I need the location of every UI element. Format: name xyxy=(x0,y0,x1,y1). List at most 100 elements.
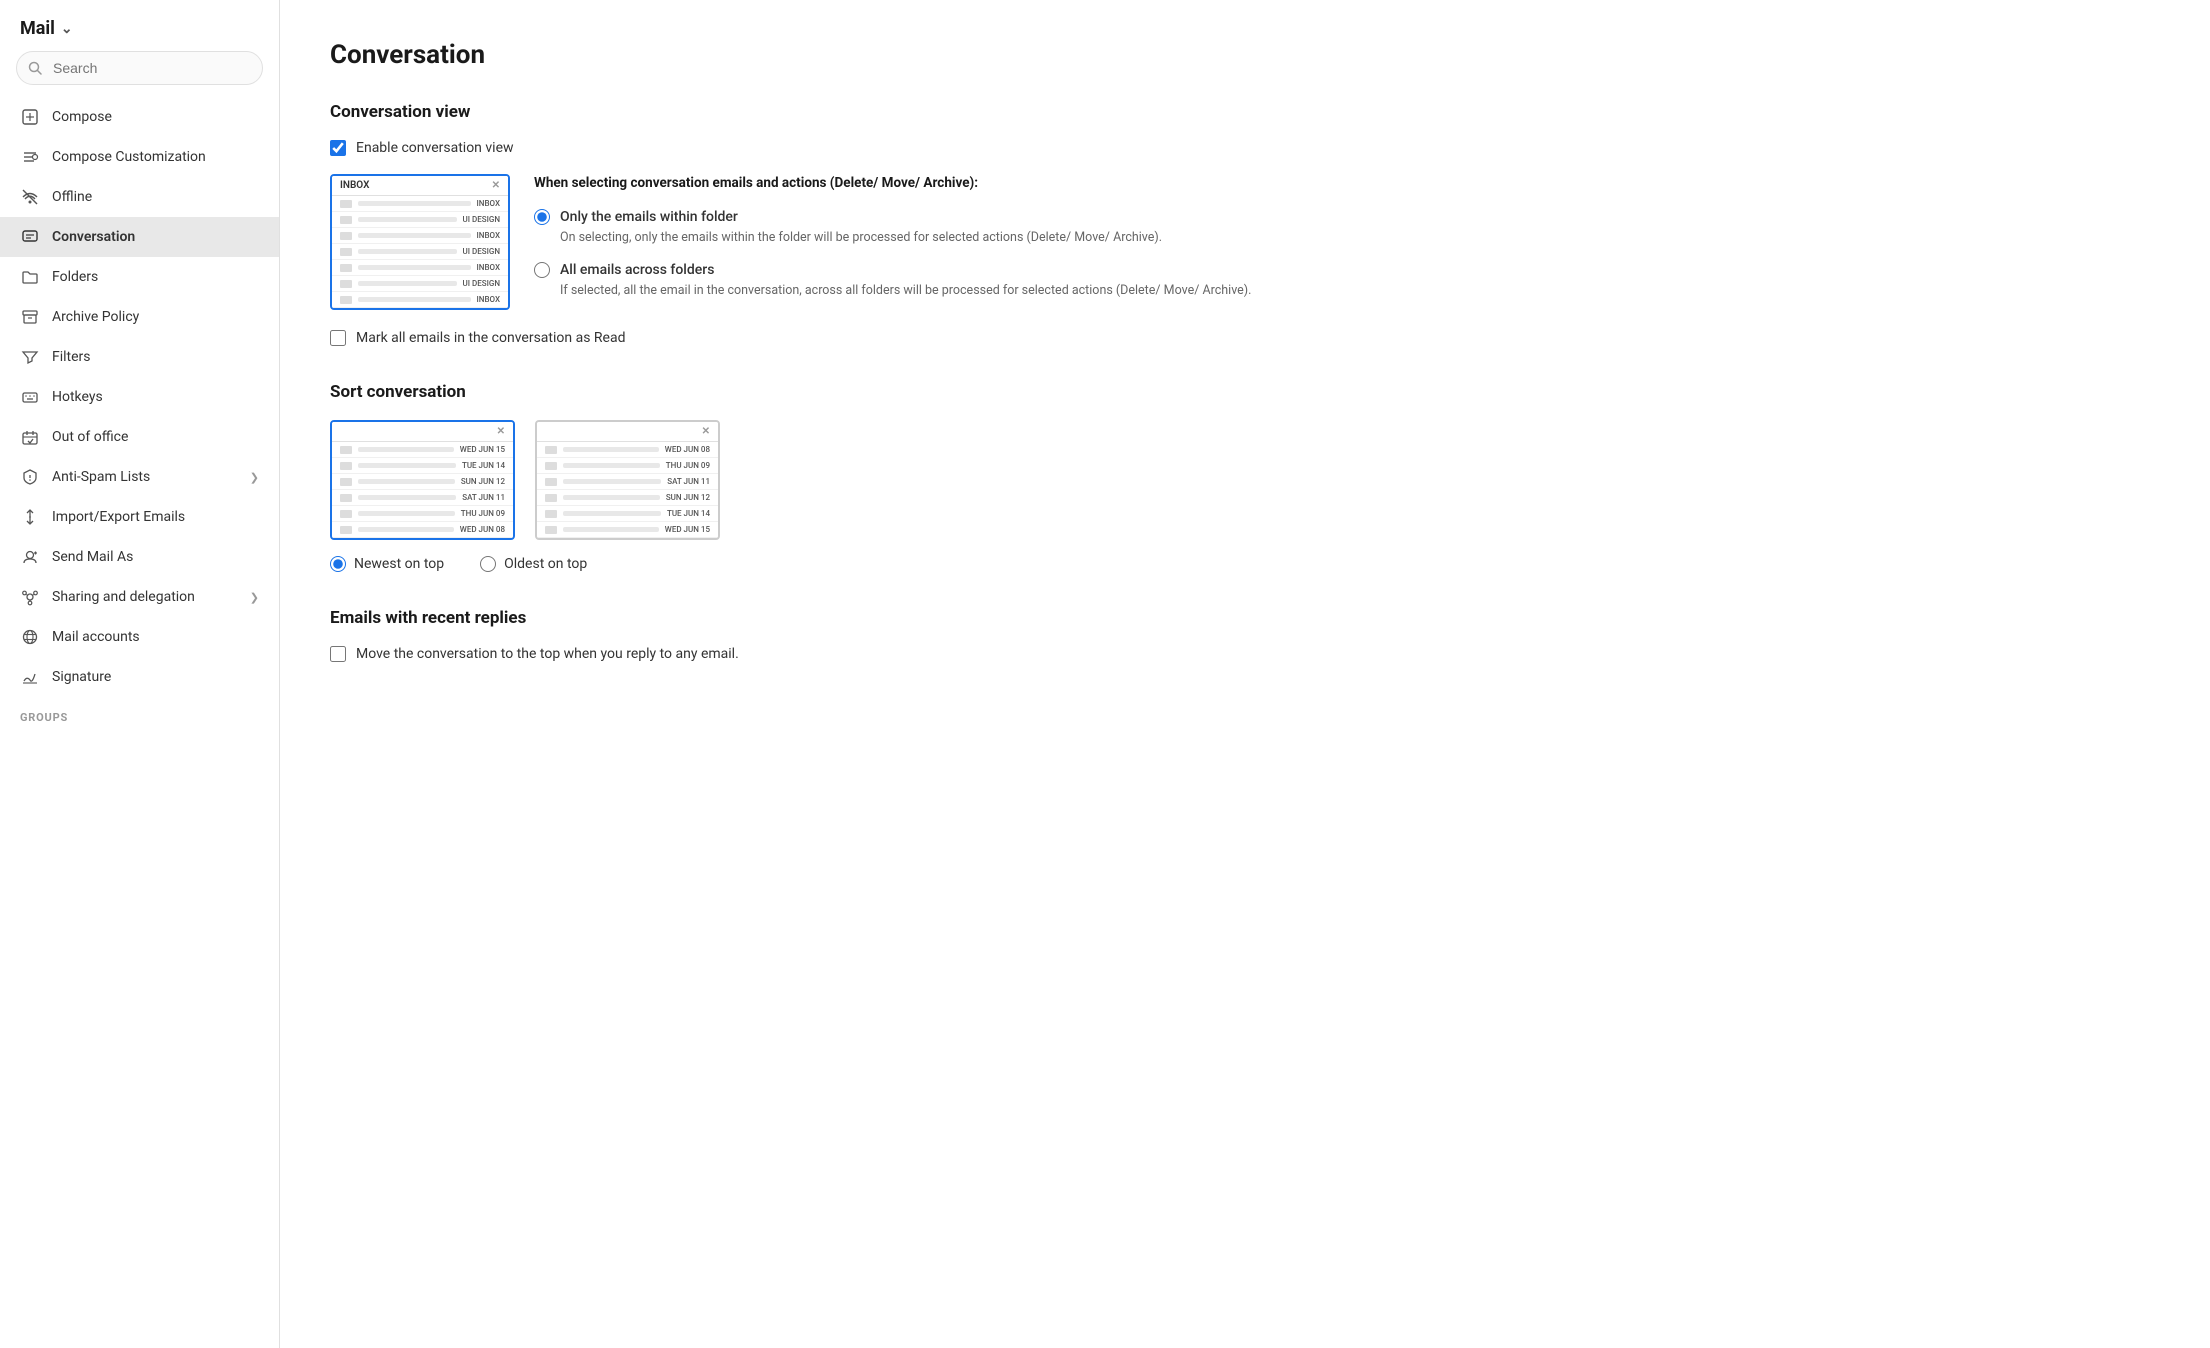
sidebar-item-sharing[interactable]: Sharing and delegation ❯ xyxy=(0,577,279,617)
sort-o-line-5 xyxy=(563,511,661,516)
sort-n-date-5: THU JUN 09 xyxy=(461,509,505,518)
sort-conversation-title: Sort conversation xyxy=(330,382,2160,402)
radio-all-folders: All emails across folders If selected, a… xyxy=(534,262,2160,301)
conversation-icon xyxy=(20,227,40,247)
sidebar-item-signature-label: Signature xyxy=(52,669,259,685)
enable-conversation-row: Enable conversation view xyxy=(330,140,2160,156)
oldest-on-top-option[interactable]: Oldest on top xyxy=(480,556,587,572)
preview-close: ✕ xyxy=(492,180,500,191)
app-title[interactable]: Mail ⌄ xyxy=(0,0,279,51)
move-conversation-label[interactable]: Move the conversation to the top when yo… xyxy=(356,646,739,662)
preview-line-4 xyxy=(358,249,457,254)
folders-icon xyxy=(20,267,40,287)
offline-icon xyxy=(20,187,40,207)
search-input[interactable] xyxy=(16,51,263,85)
filters-icon xyxy=(20,347,40,367)
sidebar-item-signature[interactable]: Signature xyxy=(0,657,279,697)
sort-n-date-2: TUE JUN 14 xyxy=(462,461,505,470)
sidebar-item-filters-label: Filters xyxy=(52,349,259,365)
recent-replies-section: Emails with recent replies Move the conv… xyxy=(330,608,2160,662)
sidebar-item-compose[interactable]: Compose xyxy=(0,97,279,137)
preview-row-3: INBOX xyxy=(332,228,508,244)
sort-n-row-5: THU JUN 09 xyxy=(332,506,513,522)
sort-o-date-5: TUE JUN 14 xyxy=(667,509,710,518)
sort-o-icon-1 xyxy=(545,446,557,454)
sort-n-icon-4 xyxy=(340,494,352,502)
sort-o-date-1: WED JUN 08 xyxy=(665,445,710,454)
sort-oldest-close: ✕ xyxy=(702,426,710,437)
compose-icon xyxy=(20,107,40,127)
conversation-preview-area: INBOX ✕ INBOX UI DESIGN INBOX xyxy=(330,174,2160,314)
sort-n-line-5 xyxy=(358,511,455,516)
sidebar-item-offline[interactable]: Offline xyxy=(0,177,279,217)
enable-conversation-checkbox[interactable] xyxy=(330,140,346,156)
sidebar-item-compose-customization[interactable]: Compose Customization xyxy=(0,137,279,177)
radio-only-folder-label[interactable]: Only the emails within folder xyxy=(560,209,738,225)
anti-spam-chevron: ❯ xyxy=(250,471,259,484)
sort-o-date-6: WED JUN 15 xyxy=(665,525,710,534)
sort-n-row-1: WED JUN 15 xyxy=(332,442,513,458)
conversation-view-title: Conversation view xyxy=(330,102,2160,122)
sort-o-row-2: THU JUN 09 xyxy=(537,458,718,474)
sort-o-line-2 xyxy=(563,463,660,468)
sort-o-line-6 xyxy=(563,527,659,532)
archive-icon xyxy=(20,307,40,327)
sidebar-item-folders-label: Folders xyxy=(52,269,259,285)
sidebar-item-send-mail-as[interactable]: Send Mail As xyxy=(0,537,279,577)
preview-icon-2 xyxy=(340,216,352,224)
radio-all-folders-input[interactable] xyxy=(534,262,550,278)
enable-conversation-label[interactable]: Enable conversation view xyxy=(356,140,514,156)
mark-read-checkbox[interactable] xyxy=(330,330,346,346)
sort-o-date-4: SUN JUN 12 xyxy=(666,493,710,502)
sort-o-date-3: SAT JUN 11 xyxy=(667,477,710,486)
sidebar-item-filters[interactable]: Filters xyxy=(0,337,279,377)
sort-radio-row: Newest on top Oldest on top xyxy=(330,556,2160,572)
sidebar-item-offline-label: Offline xyxy=(52,189,259,205)
sort-n-line-4 xyxy=(358,495,456,500)
preview-icon-7 xyxy=(340,296,352,304)
radio-all-folders-label[interactable]: All emails across folders xyxy=(560,262,714,278)
oldest-on-top-radio[interactable] xyxy=(480,556,496,572)
sidebar-item-folders[interactable]: Folders xyxy=(0,257,279,297)
sort-n-row-3: SUN JUN 12 xyxy=(332,474,513,490)
sort-conversation-section: Sort conversation ✕ WED JUN 15 TUE JUN 1… xyxy=(330,382,2160,572)
preview-row-7: INBOX xyxy=(332,292,508,308)
sort-oldest-header: ✕ xyxy=(537,422,718,442)
preview-date-2: UI DESIGN xyxy=(463,215,500,224)
sidebar-item-send-mail-as-label: Send Mail As xyxy=(52,549,259,565)
sidebar-item-out-of-office[interactable]: Out of office xyxy=(0,417,279,457)
anti-spam-icon xyxy=(20,467,40,487)
sort-newest-header: ✕ xyxy=(332,422,513,442)
sidebar-item-conversation[interactable]: Conversation xyxy=(0,217,279,257)
page-title: Conversation xyxy=(330,40,2160,70)
options-panel: When selecting conversation emails and a… xyxy=(534,174,2160,314)
search-box xyxy=(16,51,263,85)
radio-only-folder-desc: On selecting, only the emails within the… xyxy=(534,229,2160,248)
sidebar-item-sharing-label: Sharing and delegation xyxy=(52,589,238,605)
sort-newest-preview: ✕ WED JUN 15 TUE JUN 14 SUN JUN 12 xyxy=(330,420,515,540)
newest-on-top-radio[interactable] xyxy=(330,556,346,572)
sort-o-line-1 xyxy=(563,447,659,452)
compose-custom-icon xyxy=(20,147,40,167)
sidebar-item-anti-spam[interactable]: Anti-Spam Lists ❯ xyxy=(0,457,279,497)
sidebar-item-archive-policy[interactable]: Archive Policy xyxy=(0,297,279,337)
sidebar-item-hotkeys[interactable]: Hotkeys xyxy=(0,377,279,417)
sidebar-item-import-export[interactable]: Import/Export Emails xyxy=(0,497,279,537)
sidebar-item-mail-accounts[interactable]: Mail accounts xyxy=(0,617,279,657)
sort-o-icon-4 xyxy=(545,494,557,502)
sort-n-date-3: SUN JUN 12 xyxy=(461,477,505,486)
radio-all-folders-desc: If selected, all the email in the conver… xyxy=(534,282,2160,301)
sort-o-row-1: WED JUN 08 xyxy=(537,442,718,458)
radio-only-folder-input[interactable] xyxy=(534,209,550,225)
sort-o-icon-5 xyxy=(545,510,557,518)
preview-date-5: INBOX xyxy=(477,263,500,272)
move-conversation-checkbox[interactable] xyxy=(330,646,346,662)
preview-line-5 xyxy=(358,265,471,270)
mark-read-label[interactable]: Mark all emails in the conversation as R… xyxy=(356,330,625,346)
newest-on-top-option[interactable]: Newest on top xyxy=(330,556,444,572)
sidebar: Mail ⌄ Compose xyxy=(0,0,280,1348)
sidebar-item-archive-label: Archive Policy xyxy=(52,309,259,325)
sidebar-item-compose-customization-label: Compose Customization xyxy=(52,149,259,165)
sort-n-line-3 xyxy=(358,479,455,484)
hotkeys-icon xyxy=(20,387,40,407)
